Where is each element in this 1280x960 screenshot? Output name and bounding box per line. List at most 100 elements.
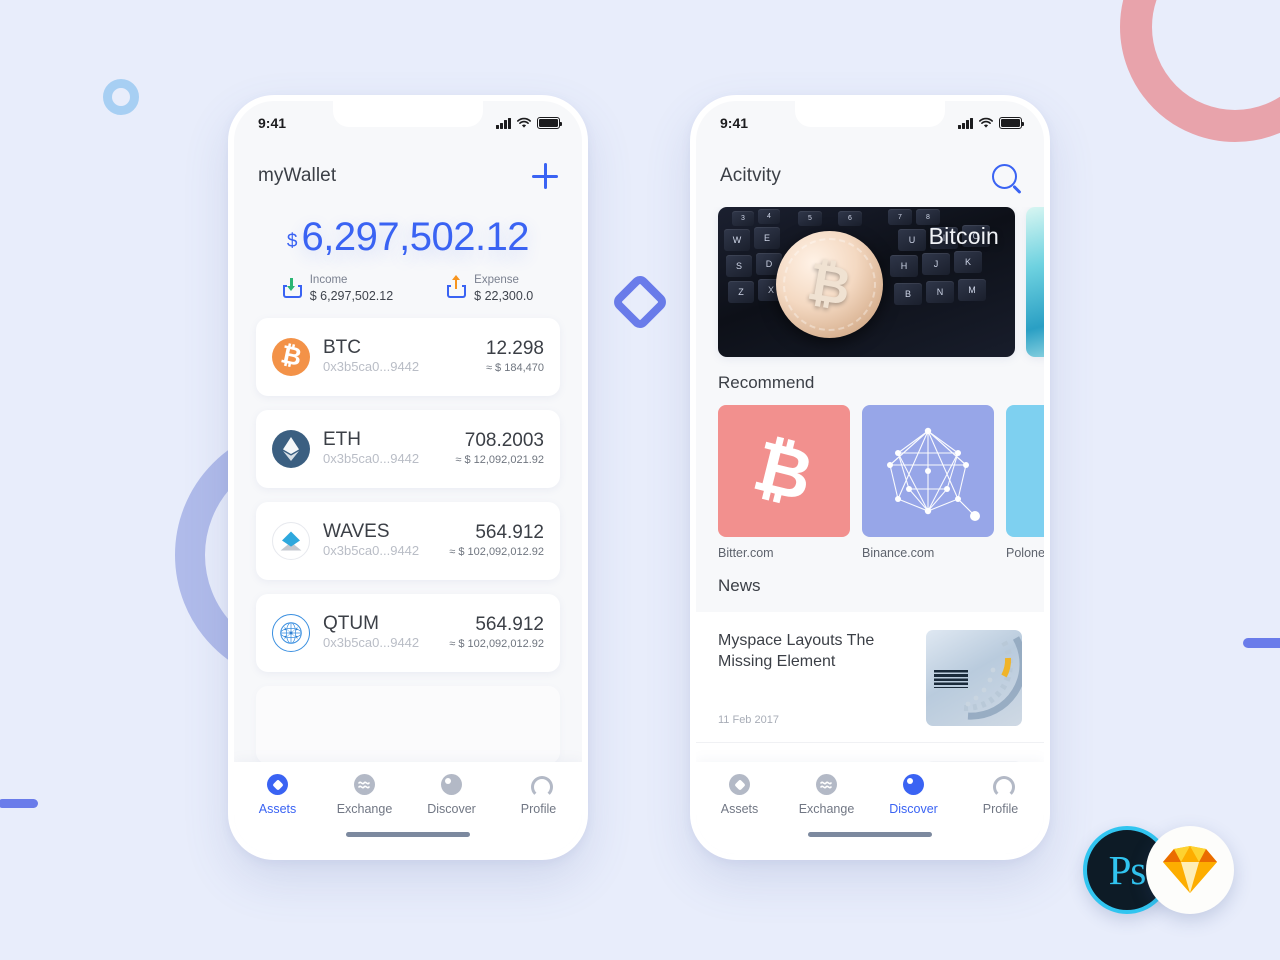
tab-exchange[interactable]: Exchange — [321, 774, 408, 816]
recommend-name: Polone — [1006, 546, 1044, 560]
income-expense-row: Income $ 6,297,502.12 Expense $ 22,300.0 — [234, 273, 582, 304]
profile-icon — [990, 774, 1015, 798]
phone-wallet: 9:41 myWallet $ 6,297,502.12 Income $ 6,… — [228, 95, 588, 860]
coin-symbol: QTUM — [323, 612, 379, 634]
battery-icon — [999, 117, 1025, 129]
status-time: 9:41 — [258, 115, 287, 131]
coin-row-eth[interactable]: ETH 0x3b5ca0...9442 708.2003 ≈ $ 12,092,… — [256, 409, 560, 488]
coin-amount: 564.912 — [475, 613, 544, 635]
assets-icon — [267, 774, 288, 795]
recommend-item-bitter[interactable]: ₿ Bitter.com — [718, 405, 850, 560]
news-thumbnail — [926, 630, 1022, 726]
income-item: Income $ 6,297,502.12 — [282, 273, 394, 304]
recommend-item-binance[interactable]: Binance.com — [862, 405, 994, 560]
status-bar: 9:41 — [696, 101, 1044, 145]
page-title: myWallet — [258, 165, 337, 186]
tab-profile[interactable]: Profile — [957, 774, 1044, 816]
home-indicator — [346, 832, 470, 837]
tab-label: Discover — [427, 802, 476, 816]
discover-icon — [903, 774, 924, 795]
coin-row-qtum[interactable]: QTUM 0x3b5ca0...9442 564.912 ≈ $ 102,092… — [256, 593, 560, 672]
assets-icon — [729, 774, 750, 795]
banner-bitcoin[interactable]: W E S D Z X 3 4 7 8 U I O H J K B N M 6 … — [718, 207, 1015, 357]
coin-symbol: BTC — [323, 336, 361, 358]
news-item[interactable]: Eta Keys — [696, 743, 1044, 762]
diamond-decoration — [610, 272, 670, 332]
coin-row-partial[interactable] — [256, 685, 560, 762]
wifi-icon — [979, 117, 993, 128]
tab-label: Exchange — [336, 802, 393, 816]
sketch-diamond-icon — [1163, 846, 1217, 893]
signal-icon — [496, 117, 511, 129]
coin-fiat: ≈ $ 102,092,012.92 — [449, 638, 544, 651]
bitcoin-glyph-icon: ₿ — [718, 405, 850, 537]
expense-item: Expense $ 22,300.0 — [446, 273, 534, 304]
signal-icon — [958, 117, 973, 129]
ibm-logo-icon — [934, 670, 968, 688]
recommend-item-poloniex[interactable]: Polone — [1006, 405, 1044, 560]
banner-title: Bitcoin — [928, 223, 999, 249]
phone-discover: 9:41 Acitvity W E S D Z X 3 4 7 8 U I O … — [690, 95, 1050, 860]
coin-address: 0x3b5ca0...9442 — [323, 543, 420, 559]
banner-carousel[interactable]: W E S D Z X 3 4 7 8 U I O H J K B N M 6 … — [696, 207, 1044, 357]
coin-fiat: ≈ $ 12,092,021.92 — [455, 454, 544, 467]
photoshop-label: Ps — [1108, 847, 1147, 893]
btc-icon: ₿ — [272, 337, 310, 376]
search-icon[interactable] — [992, 163, 1017, 189]
income-value: $ 6,297,502.12 — [309, 288, 394, 303]
plus-icon[interactable] — [532, 163, 558, 189]
tray-download-icon — [282, 278, 302, 299]
expense-label: Expense — [474, 274, 519, 286]
discover-body: W E S D Z X 3 4 7 8 U I O H J K B N M 6 … — [696, 207, 1044, 762]
recommend-name: Bitter.com — [718, 546, 774, 560]
coin-fiat: ≈ $ 184,470 — [485, 362, 544, 375]
waves-icon — [272, 521, 310, 560]
coin-list[interactable]: ₿ BTC 0x3b5ca0...9442 12.298 ≈ $ 184,470 — [234, 304, 582, 762]
recommend-list[interactable]: ₿ Bitter.com Binance.com Polone — [696, 405, 1044, 560]
coin-amount: 12.298 — [485, 337, 544, 359]
page-title: Acitvity — [720, 165, 781, 186]
profile-icon — [528, 774, 553, 798]
coin-address: 0x3b5ca0...9442 — [323, 635, 420, 651]
sketch-badge — [1146, 826, 1234, 914]
coin-address: 0x3b5ca0...9442 — [323, 451, 420, 467]
coin-amount: 708.2003 — [464, 429, 544, 451]
coin-symbol: WAVES — [323, 520, 390, 542]
tab-discover[interactable]: Discover — [870, 774, 957, 816]
coin-row-waves[interactable]: WAVES 0x3b5ca0...9442 564.912 ≈ $ 102,09… — [256, 501, 560, 580]
status-indicators — [496, 117, 563, 129]
ring-small-decoration — [103, 79, 139, 115]
tab-bar: Assets Exchange Discover Profile — [234, 762, 582, 854]
discover-header: Acitvity — [696, 145, 1044, 207]
coin-symbol: ETH — [323, 428, 361, 450]
battery-icon — [537, 117, 563, 129]
tab-assets[interactable]: Assets — [234, 774, 321, 816]
tab-profile[interactable]: Profile — [495, 774, 582, 816]
currency-symbol: $ — [286, 231, 298, 252]
tab-assets[interactable]: Assets — [696, 774, 783, 816]
eth-icon — [272, 429, 310, 468]
tab-label: Exchange — [798, 802, 855, 816]
tab-discover[interactable]: Discover — [408, 774, 495, 816]
partial-glyph-icon — [1006, 405, 1044, 537]
recommend-name: Binance.com — [862, 546, 935, 560]
network-graph-icon — [862, 405, 994, 537]
exchange-icon — [354, 774, 375, 795]
canvas: 9:41 myWallet $ 6,297,502.12 Income $ 6,… — [0, 0, 1280, 960]
news-item[interactable]: Myspace Layouts The Missing Element 11 F… — [696, 612, 1044, 743]
balance-section: $ 6,297,502.12 Income $ 6,297,502.12 Exp… — [234, 207, 582, 304]
exchange-icon — [816, 774, 837, 795]
news-title: Myspace Layouts The Missing Element — [718, 632, 875, 671]
tab-label: Profile — [982, 802, 1019, 816]
tab-exchange[interactable]: Exchange — [783, 774, 870, 816]
discover-screen: 9:41 Acitvity W E S D Z X 3 4 7 8 U I O … — [696, 101, 1044, 854]
banner-teal[interactable] — [1026, 207, 1044, 357]
expense-value: $ 22,300.0 — [474, 288, 534, 303]
wallet-screen: 9:41 myWallet $ 6,297,502.12 Income $ 6,… — [234, 101, 582, 854]
wifi-icon — [517, 117, 531, 128]
news-date: 11 Feb 2017 — [718, 714, 779, 726]
coin-row-btc[interactable]: ₿ BTC 0x3b5ca0...9442 12.298 ≈ $ 184,470 — [256, 317, 560, 396]
bar-left-decoration — [0, 799, 38, 808]
qtum-icon — [272, 613, 310, 652]
status-time: 9:41 — [720, 115, 749, 131]
